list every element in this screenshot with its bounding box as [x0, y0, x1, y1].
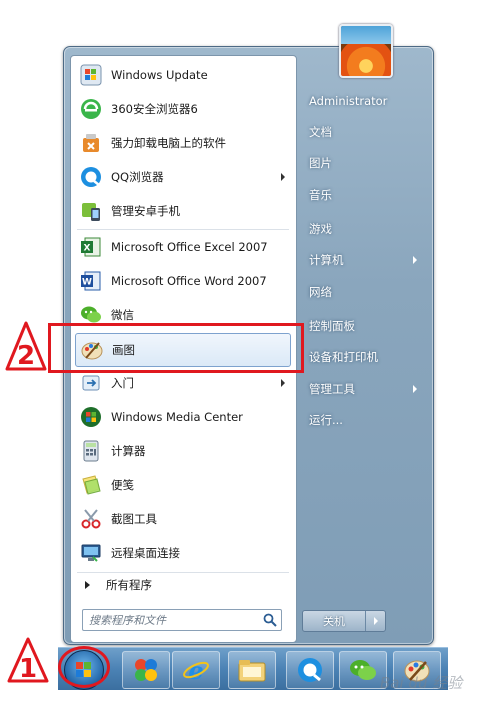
360-browser-icon: [77, 95, 105, 123]
annotation-step-2: 2: [17, 341, 35, 371]
program-label: Windows Media Center: [111, 410, 243, 424]
getting-started-icon: [77, 369, 105, 397]
file-explorer-icon: [238, 660, 266, 682]
right-item-label: 设备和打印机: [309, 350, 378, 364]
right-item-label: 控制面板: [309, 319, 355, 333]
svg-text:e: e: [188, 656, 203, 684]
all-programs-button[interactable]: 所有程序: [75, 574, 291, 596]
right-item-administrator[interactable]: Administrator: [305, 88, 423, 114]
expand-arrow-icon: [85, 581, 90, 589]
excel-icon: X: [77, 233, 105, 261]
remote-desktop-icon: [77, 539, 105, 567]
360-browser-icon: [135, 659, 157, 681]
shutdown-button[interactable]: 关机: [303, 611, 366, 631]
program-label: 360安全浏览器6: [111, 102, 198, 116]
search-input[interactable]: 搜索程序和文件: [82, 609, 282, 631]
program-360-browser[interactable]: 360安全浏览器6: [75, 93, 291, 125]
program-label: 管理安卓手机: [111, 204, 180, 218]
annotation-marker-2: 2: [5, 321, 47, 371]
svg-text:W: W: [82, 278, 92, 288]
internet-explorer-icon: e: [183, 656, 209, 684]
right-item-control-panel[interactable]: 控制面板: [305, 313, 423, 339]
right-item-admin-tools[interactable]: 管理工具: [305, 376, 423, 402]
media-center-icon: [77, 403, 105, 431]
submenu-arrow-icon: [281, 173, 285, 181]
chevron-right-icon: [373, 617, 378, 625]
word-icon: W: [77, 267, 105, 295]
program-label: 远程桌面连接: [111, 546, 180, 560]
taskbar-internet-explorer[interactable]: e: [172, 651, 220, 689]
right-item-label: 网络: [309, 285, 332, 299]
program-label: Microsoft Office Word 2007: [111, 274, 267, 288]
right-item-label: 管理工具: [309, 382, 355, 396]
program-label: 便笺: [111, 478, 134, 492]
program-label: 微信: [111, 308, 134, 322]
program-qq-browser[interactable]: QQ浏览器: [75, 161, 291, 193]
program-calculator[interactable]: 计算器: [75, 435, 291, 467]
right-item-games[interactable]: 游戏: [305, 216, 423, 242]
program-excel[interactable]: X Microsoft Office Excel 2007: [75, 231, 291, 263]
program-label: 计算器: [111, 444, 146, 458]
program-media-center[interactable]: Windows Media Center: [75, 401, 291, 433]
right-item-documents[interactable]: 文档: [305, 119, 423, 145]
search-icon[interactable]: [262, 612, 278, 628]
right-item-pictures[interactable]: 图片: [305, 150, 423, 176]
program-remote-desktop[interactable]: 远程桌面连接: [75, 537, 291, 569]
right-item-network[interactable]: 网络: [305, 279, 423, 305]
all-programs-label: 所有程序: [106, 578, 152, 592]
user-avatar[interactable]: [339, 24, 393, 78]
right-item-label: 计算机: [309, 253, 344, 267]
program-android-manager[interactable]: 管理安卓手机: [75, 195, 291, 227]
shutdown-options-button[interactable]: [366, 611, 385, 631]
program-label: QQ浏览器: [111, 170, 164, 184]
shutdown-button-group: 关机: [302, 610, 386, 632]
search-placeholder: 搜索程序和文件: [89, 614, 166, 627]
svg-text:X: X: [84, 244, 91, 254]
program-sticky-notes[interactable]: 便笺: [75, 469, 291, 501]
submenu-arrow-icon: [281, 379, 285, 387]
taskbar-360-browser[interactable]: [122, 651, 170, 689]
right-item-music[interactable]: 音乐: [305, 182, 423, 208]
right-item-label: 文档: [309, 125, 332, 139]
android-manager-icon: [77, 197, 105, 225]
annotation-ellipse-start: [58, 646, 110, 688]
right-item-label: 游戏: [309, 222, 332, 236]
right-item-computer[interactable]: 计算机: [305, 247, 423, 273]
watermark: Bai du 经验: [380, 674, 463, 692]
program-label: 截图工具: [111, 512, 157, 526]
right-item-devices-printers[interactable]: 设备和打印机: [305, 344, 423, 370]
program-windows-update[interactable]: Windows Update: [75, 59, 291, 91]
right-item-label: 图片: [309, 156, 332, 170]
snipping-tool-icon: [77, 505, 105, 533]
taskbar-file-explorer[interactable]: [228, 651, 276, 689]
divider: [77, 229, 289, 230]
annotation-marker-1: 1: [7, 637, 49, 684]
shutdown-label: 关机: [323, 615, 345, 628]
program-word[interactable]: W Microsoft Office Word 2007: [75, 265, 291, 297]
windows-update-icon: [77, 61, 105, 89]
program-label: Windows Update: [111, 68, 208, 82]
qq-browser-icon: [77, 163, 105, 191]
program-label: 入门: [111, 376, 134, 390]
program-label: 强力卸载电脑上的软件: [111, 136, 226, 150]
wechat-icon: [350, 660, 376, 680]
annotation-box-paint: [48, 323, 304, 373]
program-label: Microsoft Office Excel 2007: [111, 240, 268, 254]
annotation-step-1: 1: [19, 654, 37, 684]
sticky-notes-icon: [77, 471, 105, 499]
right-item-label: Administrator: [309, 94, 388, 108]
qq-browser-icon: [298, 658, 322, 682]
right-item-run[interactable]: 运行...: [305, 407, 423, 433]
uninstall-icon: [77, 129, 105, 157]
program-snipping-tool[interactable]: 截图工具: [75, 503, 291, 535]
right-item-label: 音乐: [309, 188, 332, 202]
program-uninstall[interactable]: 强力卸载电脑上的软件: [75, 127, 291, 159]
submenu-arrow-icon: [413, 256, 417, 264]
right-item-label: 运行...: [309, 413, 343, 427]
submenu-arrow-icon: [413, 385, 417, 393]
calculator-icon: [77, 437, 105, 465]
taskbar-qq-browser[interactable]: [286, 651, 334, 689]
divider: [77, 572, 289, 573]
